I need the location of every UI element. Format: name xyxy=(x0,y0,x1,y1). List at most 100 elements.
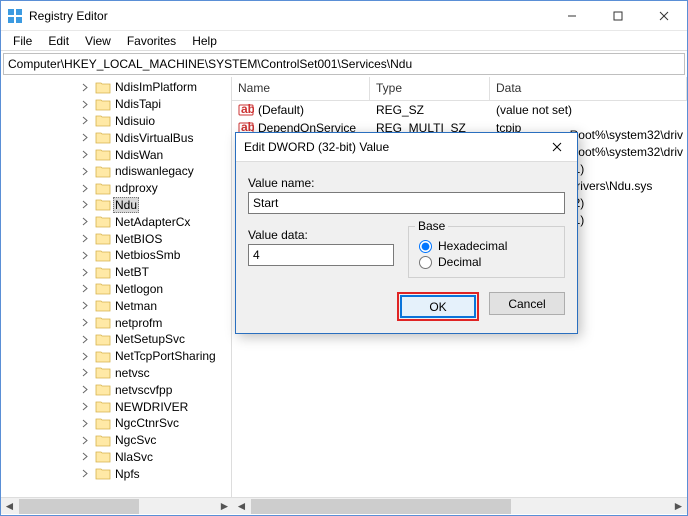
tree-item[interactable]: netvsc xyxy=(1,365,231,382)
tree-expand-icon[interactable] xyxy=(81,318,95,327)
tree-expand-icon[interactable] xyxy=(81,268,95,277)
tree-expand-icon[interactable] xyxy=(81,301,95,310)
tree-item-label: NetSetupSvc xyxy=(113,332,187,346)
ok-button[interactable]: OK xyxy=(400,295,476,318)
tree-expand-icon[interactable] xyxy=(81,352,95,361)
tree-expand-icon[interactable] xyxy=(81,436,95,445)
menu-file[interactable]: File xyxy=(5,32,40,50)
folder-icon xyxy=(95,400,111,414)
tree-item-label: Netman xyxy=(113,299,159,313)
col-name[interactable]: Name xyxy=(232,77,370,100)
value-name-input[interactable] xyxy=(248,192,565,214)
tree-item[interactable]: NgcSvc xyxy=(1,432,231,449)
tree-item[interactable]: NdisTapi xyxy=(1,96,231,113)
folder-icon xyxy=(95,349,111,363)
menu-favorites[interactable]: Favorites xyxy=(119,32,184,50)
tree-expand-icon[interactable] xyxy=(81,100,95,109)
menu-help[interactable]: Help xyxy=(184,32,225,50)
tree-expand-icon[interactable] xyxy=(81,234,95,243)
tree-expand-icon[interactable] xyxy=(81,368,95,377)
tree-expand-icon[interactable] xyxy=(81,284,95,293)
address-bar[interactable]: Computer\HKEY_LOCAL_MACHINE\SYSTEM\Contr… xyxy=(3,53,685,75)
tree-item[interactable]: NetBT xyxy=(1,264,231,281)
tree-item[interactable]: netprofm xyxy=(1,314,231,331)
col-type[interactable]: Type xyxy=(370,77,490,100)
tree-item[interactable]: netvscvfpp xyxy=(1,381,231,398)
tree-expand-icon[interactable] xyxy=(81,402,95,411)
tree-expand-icon[interactable] xyxy=(81,116,95,125)
hidden-value-text: Root%\system32\driv xyxy=(570,127,683,144)
tree-item[interactable]: ndproxy xyxy=(1,180,231,197)
tree-expand-icon[interactable] xyxy=(81,150,95,159)
tree-expand-icon[interactable] xyxy=(81,419,95,428)
radio-hex-input[interactable] xyxy=(419,240,432,253)
menu-edit[interactable]: Edit xyxy=(40,32,77,50)
value-name: (Default) xyxy=(258,103,304,117)
cancel-button[interactable]: Cancel xyxy=(489,292,565,315)
tree-item[interactable]: Npfs xyxy=(1,465,231,482)
tree-item-label: NetAdapterCx xyxy=(113,215,192,229)
tree-item[interactable]: NEWDRIVER xyxy=(1,398,231,415)
folder-icon xyxy=(95,467,111,481)
tree-item[interactable]: NdisImPlatform xyxy=(1,79,231,96)
tree-item[interactable]: NlaSvc xyxy=(1,449,231,466)
tree-expand-icon[interactable] xyxy=(81,469,95,478)
tree-expand-icon[interactable] xyxy=(81,385,95,394)
tree-expand-icon[interactable] xyxy=(81,83,95,92)
value-data-input[interactable] xyxy=(248,244,394,266)
radio-hex[interactable]: Hexadecimal xyxy=(419,239,554,253)
edit-dword-dialog: Edit DWORD (32-bit) Value Value name: Va… xyxy=(235,132,578,334)
tree-item[interactable]: NgcCtnrSvc xyxy=(1,415,231,432)
tree-expand-icon[interactable] xyxy=(81,217,95,226)
folder-icon xyxy=(95,232,111,246)
tree-item[interactable]: Netman xyxy=(1,297,231,314)
maximize-button[interactable] xyxy=(595,1,641,31)
tree-expand-icon[interactable] xyxy=(81,133,95,142)
scroll-right-icon[interactable]: ► xyxy=(216,498,233,515)
tree-item-label: NetBT xyxy=(113,265,151,279)
tree-item-label: NetTcpPortSharing xyxy=(113,349,218,363)
tree-expand-icon[interactable] xyxy=(81,452,95,461)
tree-item[interactable]: Netlogon xyxy=(1,281,231,298)
tree-expand-icon[interactable] xyxy=(81,335,95,344)
scroll-right-icon[interactable]: ► xyxy=(670,498,687,515)
folder-icon xyxy=(95,148,111,162)
minimize-button[interactable] xyxy=(549,1,595,31)
tree-item[interactable]: NetAdapterCx xyxy=(1,213,231,230)
scroll-left-icon[interactable]: ◄ xyxy=(1,498,18,515)
tree-item-label: NEWDRIVER xyxy=(113,400,190,414)
tree-item[interactable]: Ndisuio xyxy=(1,113,231,130)
dialog-titlebar[interactable]: Edit DWORD (32-bit) Value xyxy=(236,133,577,162)
radio-dec[interactable]: Decimal xyxy=(419,255,554,269)
folder-icon xyxy=(95,80,111,94)
tree-item[interactable]: NetbiosSmb xyxy=(1,247,231,264)
menu-view[interactable]: View xyxy=(77,32,119,50)
scroll-thumb[interactable] xyxy=(19,499,139,514)
tree-item[interactable]: NetTcpPortSharing xyxy=(1,348,231,365)
tree-item[interactable]: NdisWan xyxy=(1,146,231,163)
radio-dec-input[interactable] xyxy=(419,256,432,269)
scroll-left-icon[interactable]: ◄ xyxy=(233,498,250,515)
tree-item[interactable]: NetBIOS xyxy=(1,230,231,247)
tree-item[interactable]: NetSetupSvc xyxy=(1,331,231,348)
list-hscroll[interactable]: ◄ ► xyxy=(233,497,687,514)
tree-expand-icon[interactable] xyxy=(81,251,95,260)
tree-item[interactable]: ndiswanlegacy xyxy=(1,163,231,180)
tree-expand-icon[interactable] xyxy=(81,200,95,209)
tree-expand-icon[interactable] xyxy=(81,167,95,176)
tree-expand-icon[interactable] xyxy=(81,184,95,193)
tree-pane[interactable]: NdisImPlatformNdisTapiNdisuioNdisVirtual… xyxy=(1,77,232,497)
tree-item-label: NetbiosSmb xyxy=(113,248,182,262)
base-group: Base Hexadecimal Decimal xyxy=(408,226,565,278)
ok-highlight: OK xyxy=(397,292,479,321)
tree-item[interactable]: NdisVirtualBus xyxy=(1,129,231,146)
tree-hscroll[interactable]: ◄ ► xyxy=(1,497,233,514)
close-button[interactable] xyxy=(641,1,687,31)
folder-icon xyxy=(95,97,111,111)
list-row[interactable]: ab(Default)REG_SZ(value not set) xyxy=(232,101,687,119)
hidden-value-text: (1) xyxy=(570,161,683,178)
dialog-close-button[interactable] xyxy=(537,133,577,162)
scroll-thumb[interactable] xyxy=(251,499,511,514)
col-data[interactable]: Data xyxy=(490,77,687,100)
tree-item[interactable]: Ndu xyxy=(1,197,231,214)
